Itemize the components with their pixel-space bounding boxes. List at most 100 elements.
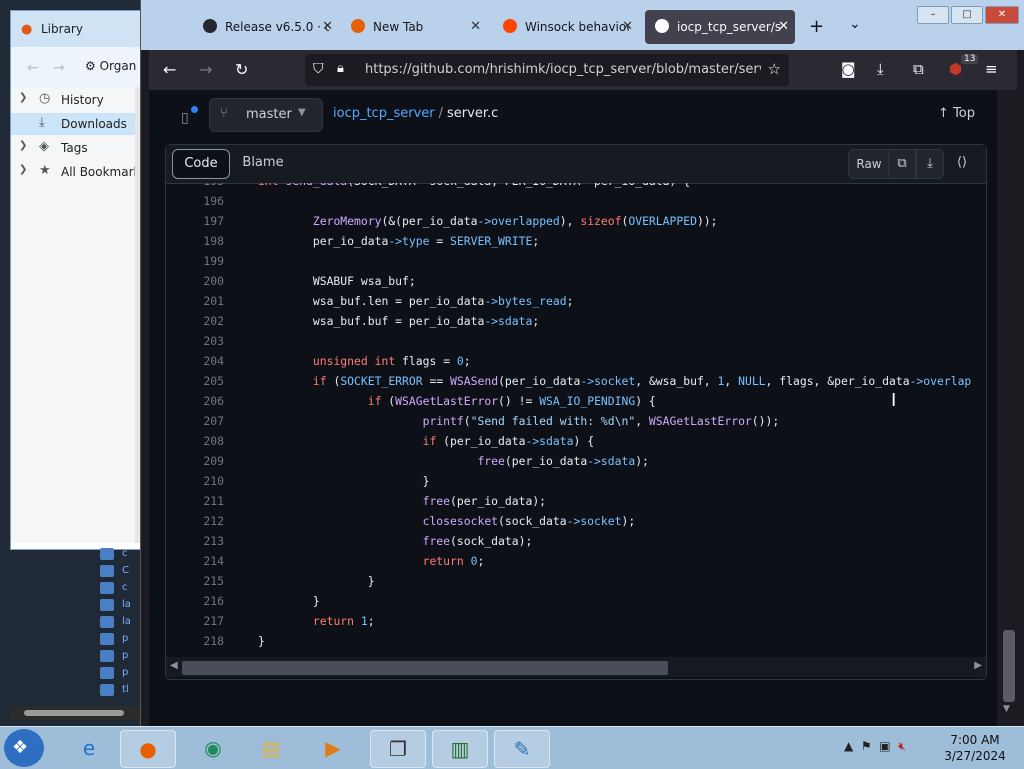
chevron-right-icon[interactable]: ❯	[19, 92, 27, 103]
line-number[interactable]: 196	[166, 194, 224, 208]
line-number[interactable]: 199	[166, 254, 224, 268]
close-window-button[interactable]: ✕	[985, 6, 1019, 24]
line-number[interactable]: 201	[166, 294, 224, 308]
task-window-icon[interactable]: ❐	[370, 730, 426, 768]
list-item[interactable]: p	[100, 649, 140, 665]
line-number[interactable]: 200	[166, 274, 224, 288]
download-icon[interactable]: ⤓	[916, 149, 944, 179]
close-tab-icon[interactable]: ✕	[470, 19, 481, 34]
extensions-icon[interactable]: ⧉	[913, 60, 924, 78]
list-item[interactable]: p	[100, 632, 140, 648]
bookmark-star-icon[interactable]: ☆	[768, 60, 781, 78]
chevron-down-icon[interactable]: ⌄	[849, 16, 861, 32]
reload-icon[interactable]: ↻	[235, 60, 248, 79]
close-tab-icon[interactable]: ✕	[778, 19, 789, 34]
tab-release[interactable]: Release v6.5.0 · dn ✕	[193, 10, 339, 44]
raw-button[interactable]: Raw	[848, 149, 890, 179]
branch-selector[interactable]: ⑂ master ▼	[209, 98, 323, 132]
forward-arrow-icon[interactable]: →	[53, 60, 65, 76]
repo-link[interactable]: iocp_tcp_server	[333, 106, 435, 121]
line-number[interactable]: 195	[166, 183, 224, 188]
lock-icon[interactable]: 🔒︎	[337, 61, 344, 76]
forward-icon[interactable]: →	[199, 60, 212, 79]
list-item[interactable]: la	[100, 598, 140, 614]
ublock-icon[interactable]: ⬢	[949, 60, 962, 78]
scroll-down-icon[interactable]: ▼	[1003, 704, 1010, 714]
line-number[interactable]: 212	[166, 514, 224, 528]
internet-explorer-icon[interactable]: e	[62, 730, 116, 766]
list-item[interactable]: C	[100, 564, 140, 580]
background-horizontal-scrollbar[interactable]	[10, 706, 144, 720]
library-item-tags[interactable]: ❯ ◈ Tags	[11, 137, 135, 159]
file-explorer-icon[interactable]: ▤	[244, 730, 298, 766]
start-button[interactable]: ❖	[4, 729, 44, 767]
close-tab-icon[interactable]: ✕	[322, 19, 333, 34]
top-button[interactable]: ↑ Top	[938, 106, 975, 121]
line-number[interactable]: 198	[166, 234, 224, 248]
library-titlebar[interactable]: ● Library	[11, 11, 145, 47]
new-tab-icon[interactable]: +	[809, 16, 824, 37]
list-item[interactable]: c	[100, 581, 140, 597]
firefox-icon[interactable]: ●	[120, 730, 176, 768]
copy-icon[interactable]: ⧉	[888, 149, 916, 179]
code-horizontal-scrollbar[interactable]: ◀ ▶	[166, 657, 986, 677]
url-bar[interactable]: ⛉ 🔒︎ https://github.com/hrishimk/iocp_tc…	[305, 54, 789, 86]
chevron-right-icon[interactable]: ❯	[19, 140, 27, 151]
line-number[interactable]: 216	[166, 594, 224, 608]
show-hidden-icons[interactable]: ▲	[844, 739, 853, 753]
line-number[interactable]: 204	[166, 354, 224, 368]
line-number[interactable]: 197	[166, 214, 224, 228]
organize-button[interactable]: ⚙ Organ	[85, 59, 136, 73]
line-number[interactable]: 214	[166, 554, 224, 568]
scroll-left-icon[interactable]: ◀	[170, 660, 178, 671]
back-icon[interactable]: ←	[163, 60, 176, 79]
shield-icon[interactable]: ⛉	[313, 61, 324, 77]
line-number[interactable]: 206	[166, 394, 224, 408]
network-icon[interactable]: ▣	[879, 739, 890, 753]
media-player-icon[interactable]: ▶	[306, 730, 360, 766]
line-number[interactable]: 209	[166, 454, 224, 468]
library-item-all-bookmarks[interactable]: ❯ ★ All Bookmarl	[11, 161, 137, 183]
minimize-button[interactable]: –	[917, 6, 949, 24]
tab-blame[interactable]: Blame	[234, 149, 292, 177]
library-item-downloads[interactable]: ⤓ Downloads	[11, 113, 135, 135]
chart-app-icon[interactable]: ▥	[432, 730, 488, 768]
line-number[interactable]: 217	[166, 614, 224, 628]
tab-code[interactable]: Code	[172, 149, 230, 179]
tab-new-tab[interactable]: New Tab ✕	[341, 10, 487, 44]
list-item[interactable]: p	[100, 666, 140, 682]
symbols-panel-icon[interactable]: ⟨⟩	[948, 149, 976, 177]
line-number[interactable]: 202	[166, 314, 224, 328]
menu-icon[interactable]: ≡	[985, 60, 998, 78]
maximize-button[interactable]: □	[951, 6, 983, 24]
list-item[interactable]: c	[100, 547, 140, 563]
page-vertical-scrollbar[interactable]: ▼	[999, 90, 1017, 726]
chevron-right-icon[interactable]: ❯	[19, 164, 27, 175]
library-item-history[interactable]: ❯ ◷ History	[11, 89, 135, 111]
line-number[interactable]: 208	[166, 434, 224, 448]
notepad-icon[interactable]: ✎	[494, 730, 550, 768]
line-number[interactable]: 218	[166, 634, 224, 648]
line-number[interactable]: 207	[166, 414, 224, 428]
line-number[interactable]: 215	[166, 574, 224, 588]
flag-icon[interactable]: ⚑	[861, 739, 872, 753]
close-tab-icon[interactable]: ✕	[622, 19, 633, 34]
line-number[interactable]: 213	[166, 534, 224, 548]
back-arrow-icon[interactable]: ←	[27, 60, 39, 76]
volume-muted-icon[interactable]: 🔇︎	[898, 739, 906, 753]
scrollbar-thumb[interactable]	[24, 710, 124, 716]
line-number[interactable]: 203	[166, 334, 224, 348]
url-text[interactable]: https://github.com/hrishimk/iocp_tcp_ser…	[365, 62, 761, 77]
tab-iocp-server[interactable]: iocp_tcp_server/se ✕	[645, 10, 795, 44]
scrollbar-thumb[interactable]	[1003, 630, 1015, 702]
pocket-icon[interactable]: ◙	[841, 60, 856, 78]
clock[interactable]: 7:00 AM 3/27/2024	[940, 732, 1010, 764]
tab-winsock[interactable]: Winsock behaviou ✕	[493, 10, 639, 44]
scrollbar-thumb[interactable]	[182, 661, 668, 675]
line-number[interactable]: 210	[166, 474, 224, 488]
line-number[interactable]: 205	[166, 374, 224, 388]
messenger-icon[interactable]: ◉	[186, 730, 240, 766]
line-number[interactable]: 211	[166, 494, 224, 508]
list-item[interactable]: tl	[100, 683, 140, 699]
download-icon[interactable]: ⤓	[877, 60, 884, 78]
